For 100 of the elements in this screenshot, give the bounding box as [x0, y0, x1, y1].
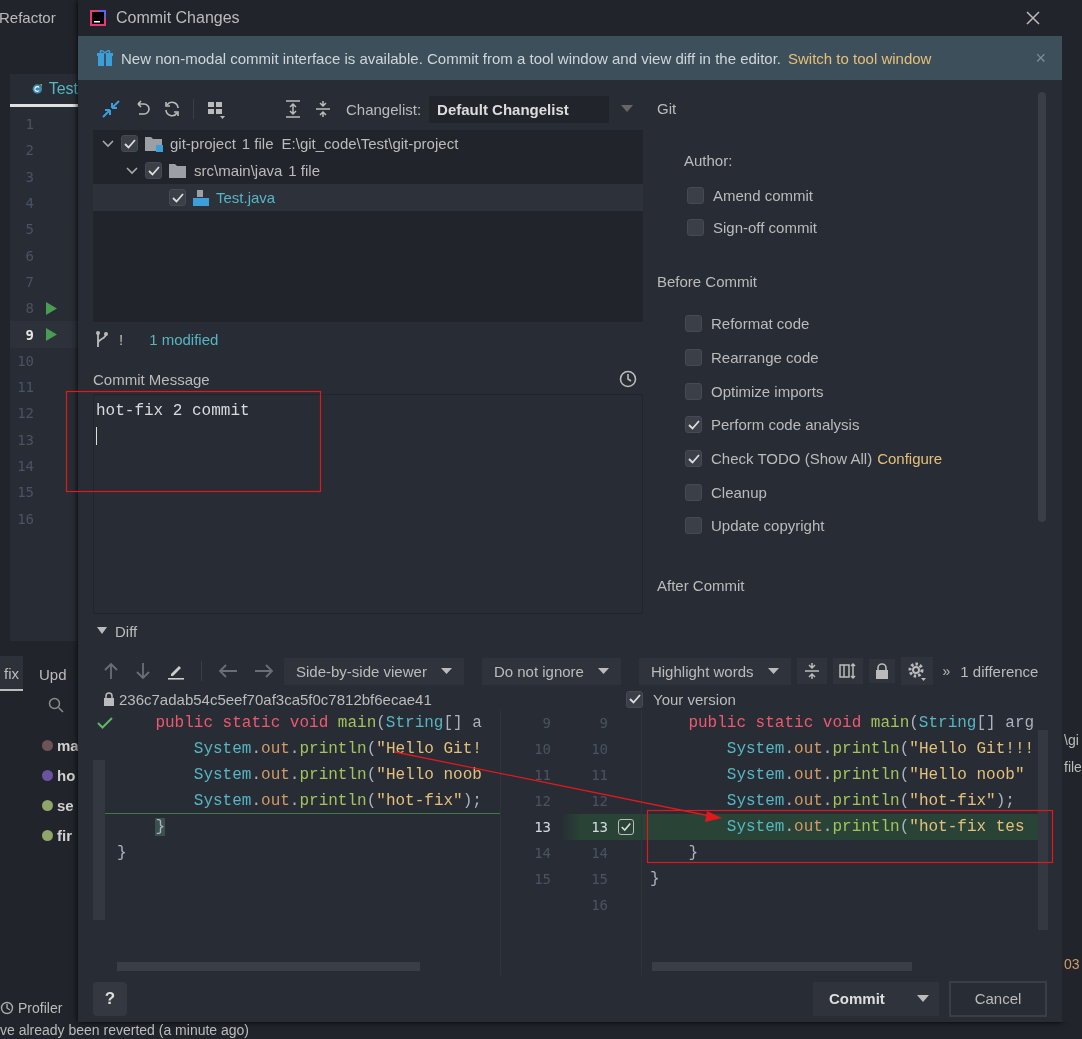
modified-count-link[interactable]: 1 modified [149, 330, 219, 348]
highlight-dropdown[interactable]: Highlight words [638, 657, 791, 685]
code-line: public static void main(String[] a [154, 714, 482, 732]
dropdown-arrow-icon[interactable] [621, 105, 634, 113]
checkbox[interactable] [685, 517, 702, 535]
editor-tab[interactable]: Test [10, 74, 78, 107]
code-line: public static void main(String[] arg [687, 714, 1035, 732]
text-fragment: file [1064, 759, 1082, 775]
option-label: Perform code analysis [711, 416, 860, 434]
code-line: } [650, 870, 660, 888]
line-number: 9 [24, 326, 34, 343]
option-label: Rearrange code [711, 349, 819, 367]
checkbox[interactable] [618, 819, 634, 835]
author-label: Author: [684, 152, 734, 169]
tree-item-label[interactable]: git-project [170, 135, 236, 152]
tool-tab[interactable]: fix [0, 655, 23, 691]
diff-title[interactable]: Diff [115, 622, 138, 640]
profiler-tab[interactable]: Profiler [0, 1000, 78, 1016]
option-label: Cleanup [711, 483, 767, 501]
group-by-icon[interactable] [206, 99, 226, 119]
checkbox[interactable] [685, 349, 702, 367]
vcs-label: Git [657, 100, 678, 117]
right-arrow-icon[interactable] [254, 664, 274, 678]
tree-item-label[interactable]: Test.java [216, 189, 276, 206]
checkbox[interactable] [687, 186, 704, 204]
close-icon[interactable] [1026, 11, 1040, 25]
checkbox[interactable] [685, 382, 702, 400]
refresh-icon[interactable] [163, 100, 181, 118]
commit-label[interactable]: ho [57, 766, 76, 784]
history-icon[interactable] [619, 370, 637, 388]
changelist-dropdown[interactable]: Default Changelist [429, 95, 610, 123]
tree-item-label[interactable]: src\main\java [194, 162, 283, 179]
file-count: 1 file [241, 135, 274, 152]
commit-label[interactable]: fir [57, 826, 72, 844]
code-line: System.out.println("hot-fix"); [725, 792, 1015, 810]
checkbox[interactable] [121, 135, 138, 152]
run-icon[interactable] [46, 301, 57, 315]
app-logo-icon [88, 8, 108, 28]
checkbox[interactable] [145, 162, 162, 179]
folder-icon [168, 161, 188, 180]
difference-count: 1 difference [960, 662, 1039, 680]
text-fragment: \gi [1064, 732, 1079, 748]
checkbox[interactable] [685, 450, 702, 468]
caret-icon [597, 667, 609, 675]
lock-button[interactable] [868, 659, 895, 683]
search-icon[interactable] [48, 697, 64, 713]
option-label: Optimize imports [711, 382, 824, 400]
checkbox[interactable] [626, 690, 643, 708]
down-arrow-icon[interactable] [135, 662, 151, 680]
code-line: System.out.println("Hello Git! [192, 740, 482, 758]
sync-scroll-button[interactable] [832, 658, 863, 684]
commit-message-label: Commit Message [93, 370, 210, 388]
switch-link[interactable]: Switch to tool window [788, 49, 932, 67]
path-text: E:\git_code\Test\git-project [281, 135, 459, 152]
status-mark: ! [119, 330, 124, 348]
tool-tab[interactable]: Upd [35, 656, 71, 690]
run-icon[interactable] [46, 328, 57, 341]
collapse-icon [802, 662, 821, 680]
viewer-dropdown[interactable]: Side-by-side viewer [284, 657, 464, 685]
checkbox[interactable] [685, 416, 702, 434]
text-fragment: 03 [1064, 956, 1080, 972]
revision-hash: 236c7adab54c5eef70af3ca5f0c7812bf6ecae41 [119, 690, 432, 708]
checkbox[interactable] [685, 483, 702, 501]
arrows-icon[interactable] [101, 99, 121, 119]
commit-label[interactable]: ma [57, 736, 79, 754]
left-arrow-icon[interactable] [218, 664, 238, 678]
line-number: 13 [590, 819, 608, 835]
commit-button[interactable]: Commit [813, 981, 939, 1016]
checkbox[interactable] [169, 189, 186, 206]
checkbox[interactable] [687, 218, 704, 236]
profiler-icon [0, 1001, 14, 1015]
commit-label[interactable]: se [57, 796, 74, 814]
module-folder-icon [144, 134, 164, 153]
more-button[interactable]: » [942, 663, 951, 679]
version-label: Your version [653, 690, 736, 708]
java-file-icon [192, 188, 210, 207]
menu-item[interactable]: Refactor [0, 0, 78, 36]
checkbox[interactable] [685, 315, 702, 333]
code-line: } [687, 844, 698, 862]
settings-button[interactable] [900, 657, 933, 685]
collapse-unchanged-button[interactable] [796, 658, 827, 684]
caret-icon [767, 667, 779, 675]
configure-link[interactable]: Configure [877, 450, 943, 468]
collapse-all-icon[interactable] [314, 100, 332, 118]
code-line: System.out.println("Hello noob [192, 766, 482, 784]
option-label: Reformat code [711, 315, 810, 333]
ignore-dropdown[interactable]: Do not ignore [481, 657, 621, 685]
up-arrow-icon[interactable] [103, 662, 119, 680]
code-line: System.out.println("Hello Git!!! [725, 740, 1035, 758]
cancel-button[interactable]: Cancel [949, 980, 1047, 1017]
scrollbar[interactable] [1038, 730, 1048, 930]
expand-all-icon[interactable] [284, 100, 302, 118]
collapse-arrow-icon[interactable] [97, 627, 107, 635]
code-line: System.out.println("hot-fix"); [192, 792, 482, 810]
option-label: Sign-off commit [713, 218, 817, 236]
help-button[interactable]: ? [93, 981, 127, 1016]
commit-message-field[interactable]: hot-fix 2 commit [93, 394, 643, 614]
lock-icon [874, 663, 889, 679]
scrollbar[interactable] [93, 760, 105, 920]
code-line: System.out.println("hot-fix tes [725, 818, 1025, 836]
